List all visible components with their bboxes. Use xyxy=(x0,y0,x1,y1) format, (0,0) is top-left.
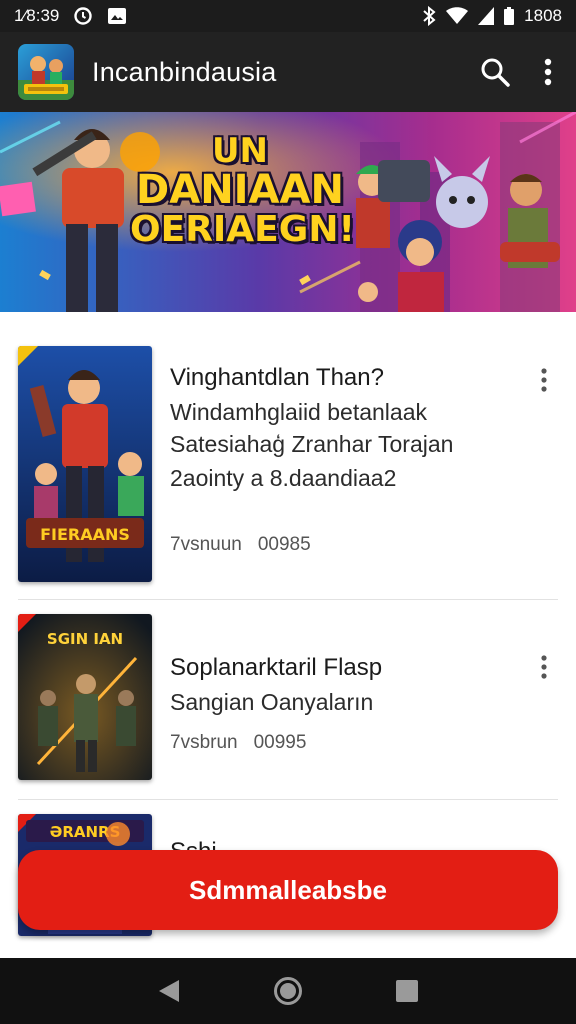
item-more-icon[interactable] xyxy=(532,365,556,395)
home-icon[interactable] xyxy=(263,966,313,1016)
hero-banner[interactable]: UN DANIAAN OERIAEGN! xyxy=(0,112,576,312)
item-meta-1: 7vsbrun xyxy=(170,732,238,753)
item-title: Soplanarktaril Flasp xyxy=(170,654,383,681)
item-thumbnail: SGIN IAN xyxy=(18,614,152,780)
primary-action-button[interactable]: Sdmmalleabsbe xyxy=(18,850,558,930)
back-icon[interactable] xyxy=(144,966,194,1016)
item-description-line: Windamhglaiid betanlaak xyxy=(170,399,427,425)
more-vert-icon[interactable] xyxy=(544,58,552,86)
battery-text: 1808 xyxy=(524,6,562,25)
thumb-label: FIERAANS xyxy=(40,525,130,544)
item-description-line: Satesiahaģ Zranhar Torajan xyxy=(170,431,454,457)
screen: 1⁄8:39 1808 Incanbindausia UN DANIAAN OE… xyxy=(0,0,576,1024)
list-item[interactable]: SGIN IAN Soplanarktaril Flasp Sangian Oa… xyxy=(0,600,576,800)
status-bar: 1⁄8:39 1808 xyxy=(0,0,576,32)
item-meta: 7vsnuun 00985 xyxy=(170,534,311,556)
thumb-label: SGIN IAN xyxy=(47,630,123,648)
item-meta-2: 00995 xyxy=(253,732,307,753)
app-logo xyxy=(18,44,74,100)
alarm-icon xyxy=(73,6,93,26)
status-time: 1⁄8:39 xyxy=(14,6,60,25)
item-more-icon[interactable] xyxy=(532,652,556,682)
item-meta-1: 7vsnuun xyxy=(170,534,242,555)
list-item[interactable]: FIERAANS Vinghantdlan Than? Windamhglaii… xyxy=(0,312,576,600)
item-description-line: Sangian Oanyaların xyxy=(170,689,374,715)
banner-title-line-1: UN xyxy=(211,131,269,171)
battery-icon xyxy=(504,7,515,25)
item-meta: 7vsbrun 00995 xyxy=(170,732,306,754)
wifi-icon xyxy=(446,7,469,25)
item-description-line: 2aointy a 8.daandiaa2 xyxy=(170,465,397,491)
item-title: Vinghantdlan Than? xyxy=(170,364,384,391)
image-notification-icon xyxy=(107,7,127,25)
signal-icon xyxy=(478,7,495,25)
app-title: Incanbindausia xyxy=(92,56,277,87)
banner-title-line-2: DANIAAN xyxy=(136,167,344,213)
app-bar: Incanbindausia xyxy=(0,32,576,112)
banner-title-line-3: OERIAEGN! xyxy=(130,209,355,250)
bluetooth-icon xyxy=(422,6,436,26)
banner-title: UN DANIAAN OERIAEGN! xyxy=(130,131,355,250)
search-icon[interactable] xyxy=(480,57,510,87)
recents-icon[interactable] xyxy=(382,966,432,1016)
item-thumbnail: FIERAANS xyxy=(18,346,152,582)
system-nav-bar xyxy=(0,958,576,1024)
item-meta-2: 00985 xyxy=(257,534,311,555)
